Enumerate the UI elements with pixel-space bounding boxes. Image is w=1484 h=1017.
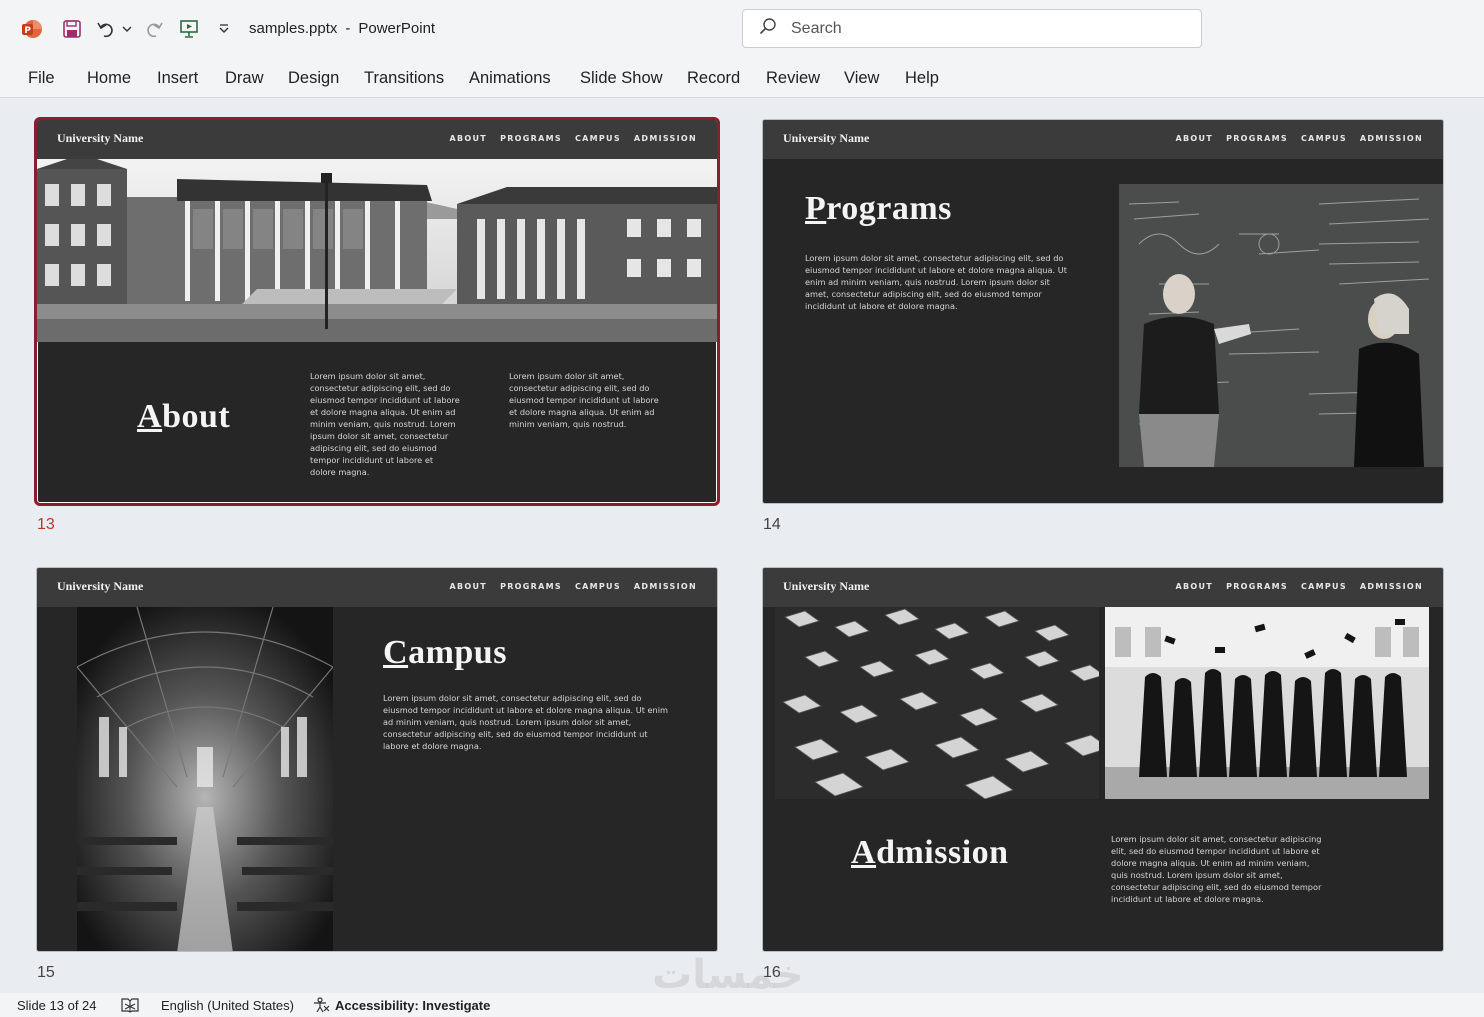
slide-nav: ABOUT PROGRAMS CAMPUS ADMISSION bbox=[1176, 134, 1423, 143]
slide-body: Lorem ipsum dolor sit amet, consectetur … bbox=[805, 253, 1067, 311]
powerpoint-logo-icon: P bbox=[20, 16, 44, 42]
nav-programs: PROGRAMS bbox=[500, 134, 562, 143]
slide-nav: ABOUT PROGRAMS CAMPUS ADMISSION bbox=[450, 134, 697, 143]
svg-text:P: P bbox=[24, 26, 31, 36]
university-name: University Name bbox=[57, 579, 144, 593]
tab-slide-show[interactable]: Slide Show bbox=[580, 69, 663, 88]
file-name: samples.pptx bbox=[249, 20, 338, 37]
slide-header: University Name ABOUT PROGRAMS CAMPUS AD… bbox=[763, 120, 1443, 159]
tab-insert[interactable]: Insert bbox=[157, 69, 198, 88]
nav-campus: CAMPUS bbox=[574, 582, 621, 591]
slide-thumbnail-13[interactable]: University Name ABOUT PROGRAMS CAMPUS AD… bbox=[34, 117, 720, 506]
search-icon bbox=[759, 17, 777, 40]
slide-thumbnail-14[interactable]: University Name ABOUT PROGRAMS CAMPUS AD… bbox=[762, 119, 1444, 504]
slide-thumbnail-15[interactable]: University Name ABOUT PROGRAMS CAMPUS AD… bbox=[36, 567, 718, 952]
undo-icon[interactable] bbox=[94, 16, 118, 42]
language-indicator[interactable]: English (United States) bbox=[161, 998, 294, 1013]
slide-header: University Name ABOUT PROGRAMS CAMPUS AD… bbox=[763, 568, 1443, 607]
accessibility-status[interactable]: Accessibility: Investigate bbox=[335, 998, 490, 1013]
library-hall-photo bbox=[77, 607, 333, 951]
nav-programs: PROGRAMS bbox=[1226, 582, 1288, 591]
tab-animations[interactable]: Animations bbox=[469, 69, 551, 88]
slide-heading: About bbox=[137, 398, 231, 435]
tab-transitions[interactable]: Transitions bbox=[364, 69, 444, 88]
chalkboard-photo bbox=[1119, 184, 1443, 467]
slide-nav: ABOUT PROGRAMS CAMPUS ADMISSION bbox=[450, 582, 697, 591]
university-name: University Name bbox=[783, 579, 870, 593]
slide-body: Lorem ipsum dolor sit amet, consectetur … bbox=[383, 693, 668, 751]
slide-thumbnail-16[interactable]: University Name ABOUT PROGRAMS CAMPUS AD… bbox=[762, 567, 1444, 952]
document-title: samples.pptx - PowerPoint bbox=[249, 20, 435, 37]
nav-admission: ADMISSION bbox=[1359, 134, 1423, 143]
nav-about: ABOUT bbox=[1175, 134, 1214, 143]
nav-campus: CAMPUS bbox=[1300, 582, 1347, 591]
slide-number-15: 15 bbox=[37, 964, 55, 981]
customize-quick-access-icon[interactable] bbox=[214, 16, 234, 42]
nav-about: ABOUT bbox=[1175, 582, 1214, 591]
app-name: PowerPoint bbox=[358, 20, 436, 37]
slide-number-14: 14 bbox=[763, 516, 781, 533]
tab-review[interactable]: Review bbox=[766, 69, 820, 88]
slide-body: Lorem ipsum dolor sit amet, consectetur … bbox=[1111, 834, 1322, 904]
slide-body-column-1: Lorem ipsum dolor sit amet, consectetur … bbox=[310, 371, 460, 477]
nav-about: ABOUT bbox=[449, 582, 488, 591]
tab-draw[interactable]: Draw bbox=[225, 69, 264, 88]
search-box[interactable] bbox=[742, 9, 1202, 48]
slide-header: University Name ABOUT PROGRAMS CAMPUS AD… bbox=[37, 120, 717, 159]
nav-campus: CAMPUS bbox=[574, 134, 621, 143]
nav-admission: ADMISSION bbox=[1359, 582, 1423, 591]
graduation-caps-photo bbox=[775, 607, 1099, 799]
tab-design[interactable]: Design bbox=[288, 69, 339, 88]
nav-about: ABOUT bbox=[449, 134, 488, 143]
slide-heading: Programs bbox=[805, 190, 952, 227]
nav-campus: CAMPUS bbox=[1300, 134, 1347, 143]
title-separator: - bbox=[345, 20, 351, 37]
nav-admission: ADMISSION bbox=[633, 582, 697, 591]
university-name: University Name bbox=[57, 131, 144, 145]
title-bar: P samples.pptx - PowerPoint Search bbox=[0, 0, 1484, 58]
search-input[interactable] bbox=[791, 19, 1171, 38]
slide-body-column-2: Lorem ipsum dolor sit amet, consectetur … bbox=[509, 371, 659, 429]
slide-heading: Admission bbox=[851, 834, 1009, 871]
present-from-beginning-icon[interactable] bbox=[177, 16, 201, 42]
ribbon-tabs: File Home Insert Draw Design Transitions… bbox=[0, 58, 1484, 98]
nav-admission: ADMISSION bbox=[633, 134, 697, 143]
slide-position-indicator[interactable]: Slide 13 of 24 bbox=[17, 998, 97, 1013]
accessibility-icon[interactable] bbox=[312, 997, 330, 1016]
graduates-celebrating-photo bbox=[1105, 607, 1429, 799]
tab-view[interactable]: View bbox=[844, 69, 879, 88]
spelling-check-icon[interactable] bbox=[121, 997, 139, 1016]
tab-file[interactable]: File bbox=[28, 69, 55, 88]
slide-header: University Name ABOUT PROGRAMS CAMPUS AD… bbox=[37, 568, 717, 607]
undo-dropdown-chevron-icon[interactable] bbox=[120, 16, 134, 42]
tab-record[interactable]: Record bbox=[687, 69, 740, 88]
university-name: University Name bbox=[783, 131, 870, 145]
nav-programs: PROGRAMS bbox=[500, 582, 562, 591]
slide-number-13: 13 bbox=[37, 516, 55, 533]
slide-nav: ABOUT PROGRAMS CAMPUS ADMISSION bbox=[1176, 582, 1423, 591]
redo-icon[interactable] bbox=[142, 16, 166, 42]
slide-heading: Campus bbox=[383, 634, 507, 671]
watermark-text: خمسات bbox=[652, 952, 804, 998]
campus-building-photo bbox=[37, 159, 717, 342]
status-bar: Slide 13 of 24 English (United States) A… bbox=[0, 993, 1484, 1017]
tab-home[interactable]: Home bbox=[87, 69, 131, 88]
save-icon[interactable] bbox=[60, 16, 84, 42]
tab-help[interactable]: Help bbox=[905, 69, 939, 88]
nav-programs: PROGRAMS bbox=[1226, 134, 1288, 143]
